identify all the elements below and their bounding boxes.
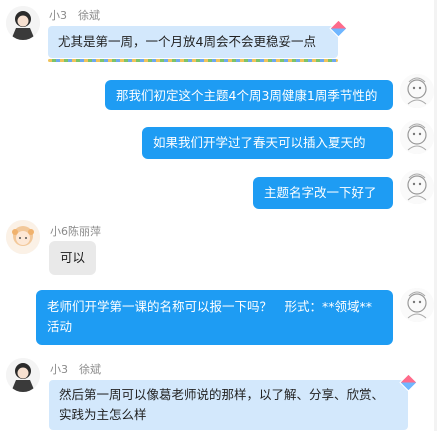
message-bubble[interactable]: 如果我们开学过了春天可以插入夏天的 bbox=[142, 127, 393, 159]
sender-name: 小3 徐斌 bbox=[50, 363, 101, 376]
sender-avatar[interactable] bbox=[6, 6, 40, 40]
message-text: 主题名字改一下好了 bbox=[264, 185, 377, 200]
message-bubble[interactable]: 可以 bbox=[49, 241, 96, 275]
message-text: 如果我们开学过了春天可以插入夏天的 bbox=[153, 135, 366, 150]
message-text: 那我们初定这个主题4个周3周健康1周季节性的 bbox=[116, 88, 378, 103]
message-bubble[interactable]: 尤其是第一周，一个月放4周会不会更稳妥一点 bbox=[48, 26, 338, 62]
message-bubble[interactable]: 老师们开学第一课的名称可以报一下吗？ 形式：**领域** 活动 bbox=[36, 290, 393, 345]
self-avatar[interactable] bbox=[400, 288, 434, 322]
self-avatar[interactable] bbox=[400, 74, 434, 108]
avatar-girl-icon bbox=[6, 358, 40, 392]
message-text: 可以 bbox=[60, 250, 86, 265]
sender-avatar[interactable] bbox=[6, 220, 40, 254]
self-avatar[interactable] bbox=[400, 120, 434, 154]
avatar-cartoon-girl-icon bbox=[6, 220, 40, 254]
avatar-sketch-icon bbox=[400, 120, 434, 154]
message-bubble[interactable]: 那我们初定这个主题4个周3周健康1周季节性的 bbox=[105, 80, 393, 110]
sender-name: 小6陈丽萍 bbox=[50, 225, 101, 238]
message-bubble[interactable]: 然后第一周可以像葛老师说的那样，以了解、分享、欣赏、 实践为主怎么样 bbox=[49, 380, 408, 430]
avatar-girl-icon bbox=[6, 6, 40, 40]
message-text-line: 然后第一周可以像葛老师说的那样，以了解、分享、欣赏、 bbox=[59, 387, 385, 402]
message-text: 尤其是第一周，一个月放4周会不会更稳妥一点 bbox=[58, 34, 316, 49]
avatar-sketch-icon bbox=[400, 170, 434, 204]
message-bubble[interactable]: 主题名字改一下好了 bbox=[253, 177, 393, 209]
self-avatar[interactable] bbox=[400, 170, 434, 204]
sender-name: 小3 徐斌 bbox=[49, 9, 100, 22]
message-text-line: 活动 bbox=[47, 319, 73, 334]
sender-avatar[interactable] bbox=[6, 358, 40, 392]
message-text-line: 实践为主怎么样 bbox=[59, 407, 147, 422]
avatar-sketch-icon bbox=[400, 288, 434, 322]
avatar-sketch-icon bbox=[400, 74, 434, 108]
message-text-line: 老师们开学第一课的名称可以报一下吗？ 形式：**领域** bbox=[47, 299, 373, 314]
bubble-frame-decoration bbox=[48, 59, 338, 62]
